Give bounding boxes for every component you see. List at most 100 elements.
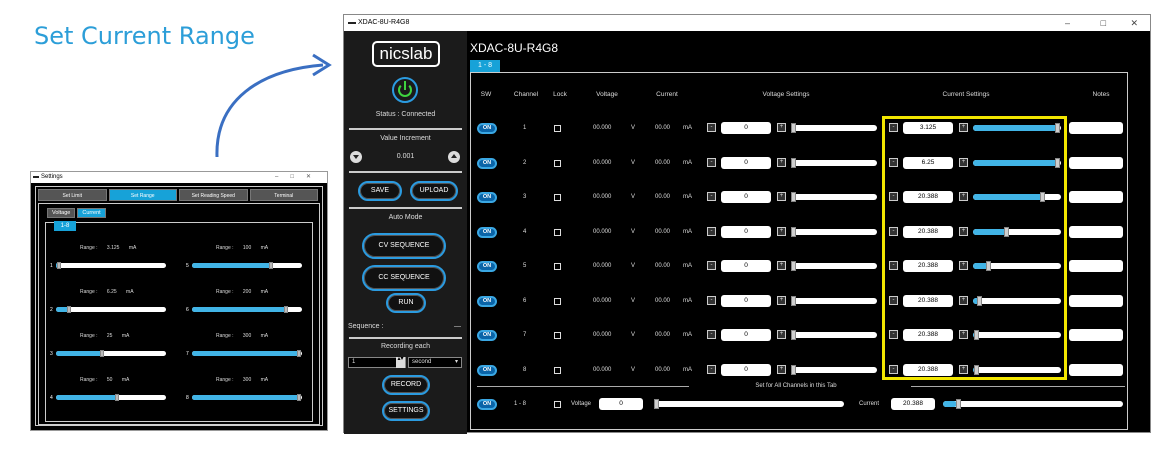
- lock-checkbox[interactable]: [554, 125, 561, 132]
- on-toggle-all[interactable]: ON: [477, 399, 497, 410]
- tab-set-reading-speed[interactable]: Set Reading Speed: [179, 189, 248, 201]
- current-readout: 00.00: [655, 366, 671, 373]
- save-button[interactable]: SAVE: [358, 181, 402, 201]
- run-button[interactable]: RUN: [386, 293, 426, 313]
- footer-voltage-input[interactable]: 0: [599, 398, 643, 410]
- spinner-icon[interactable]: ▴▾: [396, 356, 405, 368]
- increment-icon[interactable]: [448, 151, 460, 163]
- tab-set-limit[interactable]: Set Limit: [38, 189, 107, 201]
- voltage-plus-button[interactable]: +: [777, 330, 786, 339]
- notes-input[interactable]: [1069, 294, 1123, 307]
- voltage-plus-button[interactable]: +: [777, 364, 786, 374]
- voltage-minus-button[interactable]: -: [707, 364, 716, 374]
- notes-input[interactable]: [1069, 225, 1123, 238]
- subtab-voltage[interactable]: Voltage: [47, 208, 76, 218]
- range-slider[interactable]: [192, 262, 302, 269]
- lock-checkbox[interactable]: [554, 332, 561, 339]
- voltage-plus-button[interactable]: +: [777, 123, 786, 132]
- range-slider[interactable]: [56, 350, 166, 357]
- lock-checkbox[interactable]: [554, 159, 561, 167]
- record-button[interactable]: RECORD: [382, 375, 430, 395]
- tab-set-range[interactable]: Set Range: [108, 189, 177, 201]
- voltage-readout: 00.000: [593, 297, 612, 304]
- voltage-input[interactable]: 0: [721, 156, 771, 169]
- lock-all-checkbox[interactable]: [554, 401, 561, 408]
- lock-checkbox[interactable]: [554, 263, 561, 270]
- subtab-current[interactable]: Current: [77, 208, 106, 218]
- notes-input[interactable]: [1069, 260, 1123, 272]
- voltage-plus-button[interactable]: +: [777, 261, 786, 270]
- voltage-minus-button[interactable]: -: [707, 261, 716, 270]
- voltage-minus-button[interactable]: -: [707, 192, 716, 201]
- cv-sequence-button[interactable]: CV SEQUENCE: [362, 233, 446, 259]
- on-toggle[interactable]: ON: [477, 192, 497, 203]
- voltage-minus-button[interactable]: -: [707, 123, 716, 132]
- voltage-slider[interactable]: [791, 295, 877, 306]
- minimize-button[interactable]: –: [1065, 15, 1070, 31]
- on-toggle[interactable]: ON: [477, 295, 497, 307]
- voltage-input[interactable]: 0: [721, 329, 771, 341]
- tab-1-8[interactable]: 1 - 8: [470, 60, 500, 72]
- on-toggle[interactable]: ON: [477, 364, 497, 376]
- range-value: 3.125: [106, 245, 120, 251]
- range-slider[interactable]: [56, 306, 166, 313]
- power-icon[interactable]: [392, 77, 418, 103]
- voltage-minus-button[interactable]: -: [707, 330, 716, 339]
- voltage-slider[interactable]: [791, 330, 877, 340]
- voltage-plus-button[interactable]: +: [777, 295, 786, 305]
- voltage-slider[interactable]: [791, 157, 877, 168]
- lock-checkbox[interactable]: [554, 297, 561, 305]
- notes-input[interactable]: [1069, 363, 1123, 376]
- maximize-button[interactable]: □: [1101, 15, 1106, 31]
- current-readout: 00.00: [655, 194, 671, 200]
- voltage-plus-button[interactable]: +: [777, 192, 786, 201]
- voltage-slider[interactable]: [791, 364, 877, 375]
- cc-sequence-button[interactable]: CC SEQUENCE: [362, 265, 446, 291]
- voltage-plus-button[interactable]: +: [777, 226, 786, 236]
- on-toggle[interactable]: ON: [477, 330, 497, 341]
- on-toggle[interactable]: ON: [477, 261, 497, 272]
- footer-current-input[interactable]: 20.388: [891, 398, 935, 410]
- voltage-input[interactable]: 0: [721, 260, 771, 272]
- voltage-input[interactable]: 0: [721, 363, 771, 376]
- range-slider[interactable]: [56, 394, 166, 401]
- voltage-slider[interactable]: [791, 192, 877, 202]
- footer-voltage-slider[interactable]: [654, 399, 844, 409]
- voltage-input[interactable]: 0: [721, 191, 771, 203]
- voltage-slider[interactable]: [791, 226, 877, 237]
- voltage-input[interactable]: 0: [721, 294, 771, 307]
- on-toggle[interactable]: ON: [477, 123, 497, 134]
- on-toggle[interactable]: ON: [477, 157, 497, 169]
- voltage-minus-button[interactable]: -: [707, 157, 716, 167]
- current-unit: mA: [683, 125, 692, 131]
- voltage-input[interactable]: 0: [721, 225, 771, 238]
- voltage-plus-button[interactable]: +: [777, 157, 786, 167]
- lock-checkbox[interactable]: [554, 366, 561, 374]
- close-button[interactable]: ✕: [1130, 15, 1138, 31]
- voltage-minus-button[interactable]: -: [707, 226, 716, 236]
- range-slider[interactable]: [192, 350, 302, 357]
- settings-button[interactable]: SETTINGS: [382, 401, 430, 421]
- recording-unit-select[interactable]: second ▾: [408, 357, 462, 368]
- notes-input[interactable]: [1069, 156, 1123, 169]
- notes-input[interactable]: [1069, 329, 1123, 341]
- voltage-slider[interactable]: [791, 123, 877, 133]
- range-unit: mA: [260, 245, 269, 251]
- tab-terminal[interactable]: Terminal: [249, 189, 318, 201]
- window-controls[interactable]: –□✕: [275, 172, 323, 183]
- lock-checkbox[interactable]: [554, 228, 561, 236]
- range-slider[interactable]: [192, 394, 302, 401]
- tab-1-8[interactable]: 1-8: [54, 221, 76, 231]
- voltage-input[interactable]: 0: [721, 122, 771, 134]
- lock-checkbox[interactable]: [554, 194, 561, 201]
- upload-button[interactable]: UPLOAD: [410, 181, 458, 201]
- header-notes: Notes: [1092, 91, 1110, 98]
- footer-current-slider[interactable]: [943, 399, 1123, 409]
- range-slider[interactable]: [192, 306, 302, 313]
- voltage-minus-button[interactable]: -: [707, 295, 716, 305]
- notes-input[interactable]: [1069, 191, 1123, 203]
- on-toggle[interactable]: ON: [477, 226, 497, 238]
- voltage-slider[interactable]: [791, 261, 877, 271]
- notes-input[interactable]: [1069, 122, 1123, 134]
- range-slider[interactable]: [56, 262, 166, 269]
